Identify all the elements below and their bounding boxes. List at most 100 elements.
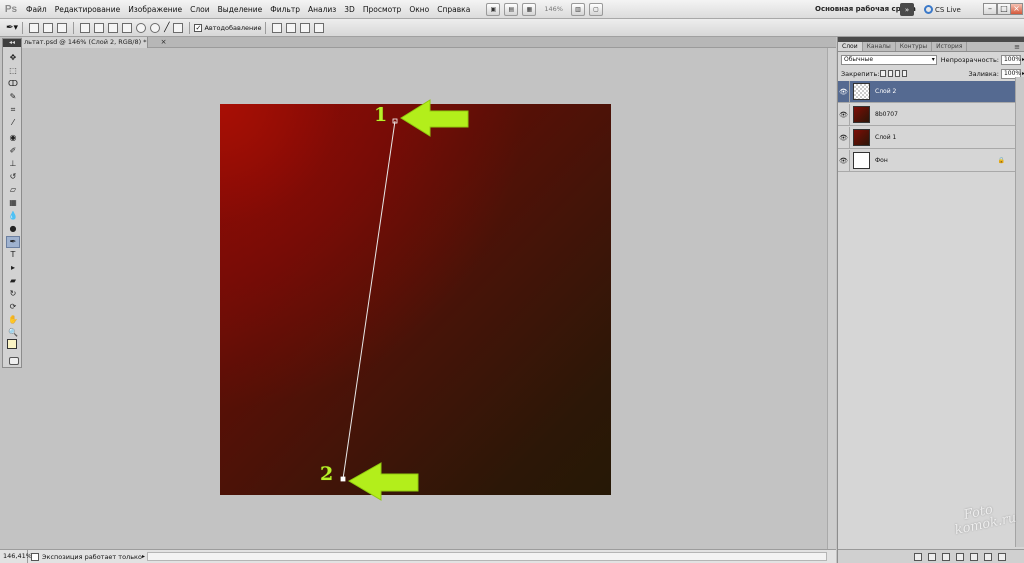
quick-select-tool[interactable]: ✎ [7,92,19,102]
crop-tool[interactable]: ⌗ [7,105,19,115]
subtract-path-area-icon[interactable] [286,22,297,33]
view-extras-icon[interactable]: ▦ [522,2,537,16]
gradient-tool[interactable]: ▦ [7,198,19,208]
shape-tool[interactable]: ▰ [7,276,19,286]
screen-mode-icon[interactable]: ▢ [588,2,603,16]
tab-history[interactable]: История [932,42,968,51]
eraser-tool[interactable]: ▱ [7,185,19,195]
auto-add-delete-checkbox[interactable]: ✓ Автодобавление [194,23,261,32]
fill-pixels-icon[interactable] [57,22,68,33]
layer-name[interactable]: Фон [875,157,888,164]
canvas-horizontal-scrollbar[interactable] [147,552,827,561]
document-tab[interactable]: льтат.psd @ 146% (Слой 2, RGB/8) * [22,37,148,48]
paths-icon[interactable] [43,22,54,33]
3d-orbit-tool[interactable]: ⟳ [7,302,19,312]
menu-analysis[interactable]: Анализ [304,0,340,19]
rounded-rectangle-icon[interactable] [122,22,133,33]
foreground-color-swatch[interactable] [7,339,17,349]
lock-pixels-icon[interactable] [887,70,893,77]
trash-icon[interactable] [998,553,1006,561]
healing-tool[interactable]: ◉ [7,133,19,143]
pen-tool[interactable]: ✒ [6,236,20,248]
menu-select[interactable]: Выделение [214,0,267,19]
link-layers-icon[interactable] [914,553,922,561]
layer-name[interactable]: 8b0707 [875,111,898,118]
cs-live-button[interactable]: CS Live [924,5,961,14]
tab-paths[interactable]: Контуры [896,42,933,51]
bridge-icon[interactable]: ▣ [486,2,501,16]
exclude-path-area-icon[interactable] [314,22,325,33]
eye-icon[interactable]: 👁 [838,126,850,149]
ellipse-icon[interactable] [136,22,147,33]
layer-name[interactable]: Слой 1 [875,134,896,141]
menu-image[interactable]: Изображение [124,0,186,19]
layer-thumbnail[interactable] [853,152,870,169]
opacity-input[interactable]: 100% [1000,54,1021,65]
layer-row[interactable]: 👁 Слой 2 [838,80,1015,103]
tab-layers[interactable]: Слои [838,42,863,51]
dodge-tool[interactable]: ● [7,224,19,234]
layer-row[interactable]: 👁 Фон 🔒 [838,149,1015,172]
lasso-tool[interactable]: ↀ [7,79,19,89]
freeform-pen-icon[interactable] [94,22,105,33]
3d-rotate-tool[interactable]: ↻ [7,289,19,299]
brush-tool[interactable]: ✐ [7,146,19,156]
move-tool[interactable]: ✥ [7,53,19,63]
pen-icon[interactable] [80,22,91,33]
marquee-tool[interactable]: ⬚ [7,66,19,76]
close-window-button[interactable]: × [1010,3,1023,15]
layer-thumbnail[interactable] [853,129,870,146]
pen-tool-preset-icon[interactable]: ✒▾ [6,23,18,33]
layer-name[interactable]: Слой 2 [875,88,896,95]
eye-icon[interactable]: 👁 [838,149,850,172]
path-select-tool[interactable]: ▸ [7,263,19,273]
lock-transparency-icon[interactable] [880,70,886,77]
add-path-area-icon[interactable] [272,22,283,33]
shape-layers-icon[interactable] [29,22,40,33]
document-canvas[interactable] [220,104,611,495]
eye-icon[interactable]: 👁 [838,103,850,126]
menu-layers[interactable]: Слои [186,0,214,19]
minimize-button[interactable]: – [983,3,997,15]
hand-tool[interactable]: ✋ [7,315,19,325]
menu-edit[interactable]: Редактирование [51,0,124,19]
layer-row[interactable]: 👁 8b0707 [838,103,1015,126]
layer-row[interactable]: 👁 Слой 1 [838,126,1015,149]
menu-window[interactable]: Окно [405,0,433,19]
layer-style-icon[interactable] [928,553,936,561]
eyedropper-tool[interactable]: ⁄ [7,118,19,128]
rectangle-icon[interactable] [108,22,119,33]
toolbox-collapse-icon[interactable]: ◂◂ [3,39,21,47]
menu-3d[interactable]: 3D [340,0,359,19]
canvas-vertical-scrollbar[interactable] [827,48,836,549]
layer-mask-icon[interactable] [942,553,950,561]
polygon-icon[interactable] [150,22,161,33]
stamp-tool[interactable]: ⊥ [7,159,19,169]
maximize-button[interactable]: □ [997,3,1011,15]
menu-help[interactable]: Справка [433,0,474,19]
menu-file[interactable]: Файл [22,0,51,19]
minibridge-icon[interactable]: ▤ [504,2,519,16]
adjustment-layer-icon[interactable] [956,553,964,561]
zoom-tool[interactable]: 🔍 [7,328,19,338]
close-document-icon[interactable]: × [159,38,168,47]
custom-shape-icon[interactable] [173,22,184,33]
line-icon[interactable]: ╱ [164,23,169,33]
intersect-path-area-icon[interactable] [300,22,311,33]
status-info-icon[interactable] [31,552,39,561]
menu-filter[interactable]: Фильтр [266,0,304,19]
layers-scrollbar[interactable] [1015,77,1024,547]
blur-tool[interactable]: 💧 [7,211,19,221]
tab-channels[interactable]: Каналы [863,42,896,51]
layer-thumbnail[interactable] [853,106,870,123]
panel-menu-icon[interactable]: ≡ [1014,42,1020,52]
status-zoom[interactable]: 146,41% [0,549,32,563]
more-workspaces-button[interactable]: » [900,3,914,16]
new-layer-icon[interactable] [984,553,992,561]
menu-view[interactable]: Просмотр [359,0,406,19]
quick-mask-icon[interactable] [9,357,19,365]
new-group-icon[interactable] [970,553,978,561]
type-tool[interactable]: T [7,250,19,260]
zoom-level[interactable]: 146% [544,5,563,13]
arrange-documents-icon[interactable]: ▥ [570,2,585,16]
